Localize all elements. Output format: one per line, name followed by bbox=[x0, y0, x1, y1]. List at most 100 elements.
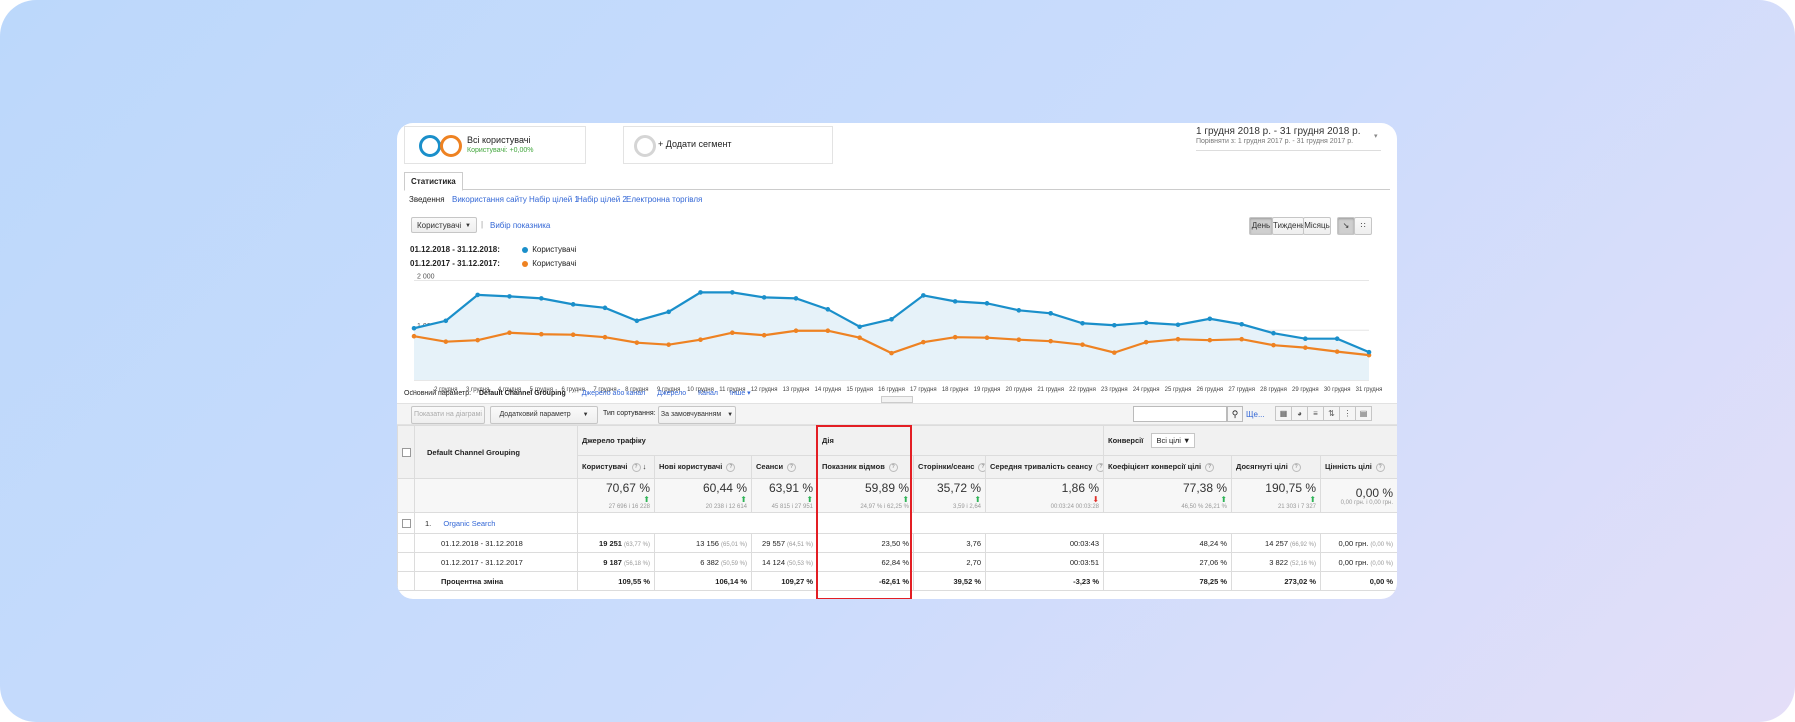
up-arrow-icon: ⬆ bbox=[1220, 495, 1228, 504]
row-label: Процентна зміна bbox=[414, 571, 578, 591]
motion-chart-icon[interactable]: ∷ bbox=[1354, 217, 1372, 235]
x-tick-label: 28 грудня bbox=[1260, 387, 1287, 393]
table-cell: 109,27 % bbox=[750, 571, 819, 591]
series-point-0 bbox=[1239, 321, 1244, 327]
cell-value: 00:03:51 bbox=[1069, 557, 1100, 567]
cell-value: 14 124 bbox=[762, 557, 785, 567]
col-new-users[interactable]: Нові користувачі? bbox=[654, 455, 752, 479]
row-organic-search-link[interactable]: Organic Search bbox=[443, 519, 495, 528]
x-tick-label: 23 грудня bbox=[1101, 387, 1128, 393]
col-new-users-label: Нові користувачі bbox=[659, 462, 723, 472]
total-change-value: 35,72 % bbox=[936, 481, 982, 495]
col-pages-per-session[interactable]: Сторінки/сеанс? bbox=[913, 455, 987, 479]
up-arrow-icon: ⬆ bbox=[740, 495, 747, 504]
cell-value: 13 156 bbox=[696, 538, 719, 548]
col-goal-value[interactable]: Цінність цілі? bbox=[1320, 455, 1397, 479]
x-tick-label: 16 грудня bbox=[878, 387, 905, 393]
plot-rows-button[interactable]: Показати на діаграмі bbox=[411, 406, 485, 424]
x-tick-label: 29 грудня bbox=[1292, 387, 1319, 393]
segment-all-users[interactable]: Всі користувачі Користувачі: +0,00% bbox=[404, 126, 586, 164]
col-sessions[interactable]: Сеанси? bbox=[750, 455, 819, 479]
help-icon[interactable]: ? bbox=[1096, 462, 1103, 472]
help-icon[interactable]: ? bbox=[1205, 462, 1215, 472]
date-range-compare: Порівняти з: 1 грудня 2017 р. - 31 грудн… bbox=[1196, 138, 1354, 145]
series-point-0 bbox=[507, 294, 512, 299]
table-cell: 9 187 (56,18 %) bbox=[577, 552, 655, 572]
help-icon[interactable]: ? bbox=[1375, 462, 1385, 472]
total-change-value: 63,91 % bbox=[768, 481, 814, 495]
help-icon[interactable]: ? bbox=[1291, 462, 1301, 472]
total-compare-values: 0,00 грн. і 0,00 грн. bbox=[1340, 499, 1394, 506]
series-point-0 bbox=[475, 292, 480, 298]
help-icon[interactable]: ? bbox=[726, 462, 736, 472]
users-line-chart[interactable]: 2 0001 000...2 грудня3 грудня4 грудня5 г… bbox=[397, 273, 1397, 393]
row-title-cell: 1. Organic Search bbox=[414, 512, 578, 534]
series-point-0 bbox=[793, 296, 799, 301]
series-point-0 bbox=[825, 307, 831, 312]
period-week-button[interactable]: Тиждень bbox=[1272, 217, 1305, 235]
legend-2017: 01.12.2017 - 31.12.2017: Користувачі bbox=[410, 259, 576, 268]
col-users[interactable]: Користувачі? ↓ bbox=[577, 455, 655, 479]
line-chart-icon[interactable]: ↘ bbox=[1337, 217, 1355, 235]
series-point-1 bbox=[570, 332, 576, 338]
secondary-dimension-dropdown[interactable]: Додатковий параметр ▼ bbox=[490, 406, 598, 424]
search-icon[interactable]: ⚲ bbox=[1227, 406, 1243, 422]
tab-statistics[interactable]: Статистика bbox=[404, 172, 463, 191]
x-tick-label: 26 грудня bbox=[1196, 387, 1223, 393]
series-point-1 bbox=[1016, 337, 1022, 342]
cell-percent: (63,77 %) bbox=[623, 541, 650, 548]
comparison-view-icon[interactable]: ⇅ bbox=[1323, 406, 1340, 421]
series-point-1 bbox=[1175, 336, 1181, 342]
series-point-1 bbox=[698, 337, 703, 342]
subnav-goal-set-1[interactable]: Набір цілей 1 bbox=[529, 195, 579, 204]
legend-2017-dates: 01.12.2017 - 31.12.2017: bbox=[410, 259, 500, 268]
goal-dropdown[interactable]: Всі цілі ▼ bbox=[1151, 433, 1196, 448]
sort-type-dropdown[interactable]: За замовчуванням ▼ bbox=[658, 406, 736, 424]
dimension-other[interactable]: Інше bbox=[730, 390, 745, 397]
term-cloud-view-icon[interactable]: ⋮ bbox=[1339, 406, 1356, 421]
subnav-ecommerce[interactable]: Електронна торгівля bbox=[626, 195, 702, 204]
row-checkbox[interactable] bbox=[397, 512, 415, 534]
series-point-1 bbox=[761, 332, 767, 338]
col-users-label: Користувачі bbox=[582, 462, 628, 472]
series-point-0 bbox=[1175, 322, 1181, 328]
table-view-icon[interactable]: ▦ bbox=[1275, 406, 1292, 421]
series-point-1 bbox=[889, 350, 894, 356]
conversions-label: Конверсії bbox=[1108, 436, 1144, 445]
chart-resize-handle[interactable] bbox=[881, 396, 913, 403]
col-goal-conversion-rate[interactable]: Коефіцієнт конверсії цілі? bbox=[1103, 455, 1233, 479]
select-all-checkbox[interactable] bbox=[397, 425, 415, 479]
cell-value: 109,27 % bbox=[781, 576, 814, 586]
bar-view-icon[interactable]: ≡ bbox=[1307, 406, 1324, 421]
col-avg-session-duration[interactable]: Середня тривалість сеансу? bbox=[985, 455, 1105, 479]
more-link[interactable]: Ще... bbox=[1246, 410, 1265, 419]
help-icon[interactable]: ? bbox=[978, 462, 985, 472]
subnav-summary[interactable]: Зведення bbox=[409, 195, 445, 204]
series-point-0 bbox=[1016, 308, 1022, 313]
total-cell: 60,44 % ⬆ 20 238 і 12 614 bbox=[654, 478, 752, 513]
help-icon[interactable]: ? bbox=[787, 462, 797, 472]
table-cell: 3,76 bbox=[913, 533, 987, 553]
dimension-source-medium[interactable]: Джерело або канал bbox=[582, 390, 646, 397]
select-metric-link[interactable]: Вибір показника bbox=[490, 221, 550, 230]
date-range-picker[interactable]: 1 грудня 2018 р. - 31 грудня 2018 р. Пор… bbox=[1196, 126, 1386, 151]
series-point-0 bbox=[984, 301, 990, 306]
dimension-source[interactable]: Джерело bbox=[657, 390, 686, 397]
dimension-header[interactable]: Default Channel Grouping bbox=[414, 425, 578, 479]
sort-down-arrow-icon: ↓ bbox=[642, 462, 647, 472]
legend-dot-blue-icon bbox=[522, 246, 529, 253]
add-segment-button[interactable]: + Додати сегмент bbox=[623, 126, 833, 164]
pie-view-icon[interactable]: ◕ bbox=[1291, 406, 1308, 421]
period-month-button[interactable]: Місяць bbox=[1303, 217, 1331, 235]
col-goal-completions[interactable]: Досягнуті цілі? bbox=[1231, 455, 1322, 479]
dimension-medium[interactable]: Канал bbox=[698, 390, 718, 397]
period-day-button[interactable]: День bbox=[1249, 217, 1273, 235]
subnav-goal-set-2[interactable]: Набір цілей 2 bbox=[577, 195, 627, 204]
pivot-view-icon[interactable]: ▤ bbox=[1355, 406, 1372, 421]
series-point-0 bbox=[761, 295, 767, 300]
series-point-1 bbox=[730, 330, 735, 336]
table-search-input[interactable] bbox=[1133, 406, 1227, 422]
subnav-site-usage[interactable]: Використання сайту bbox=[452, 195, 527, 204]
help-icon[interactable]: ? bbox=[631, 462, 641, 472]
metric-dropdown[interactable]: Користувачі ▼ bbox=[411, 217, 477, 233]
